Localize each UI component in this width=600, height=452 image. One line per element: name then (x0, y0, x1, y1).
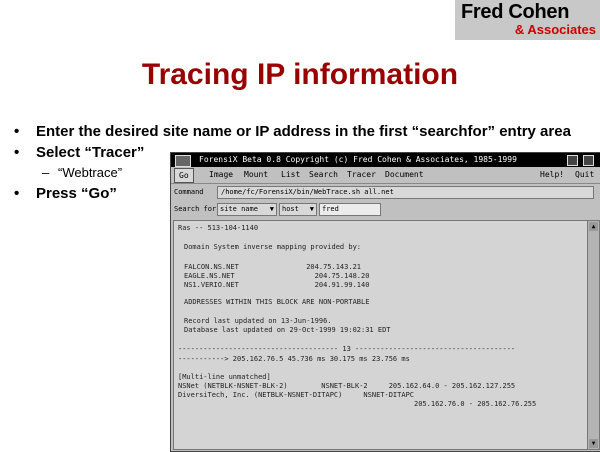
scroll-down-icon[interactable]: ▼ (589, 439, 598, 448)
output-line: Ras -- 513-104-1140 (178, 224, 259, 232)
bullet-marker: • (14, 144, 20, 161)
maximize-icon[interactable] (583, 155, 594, 166)
output-line: Record last updated on 13-Jun-1996. (184, 317, 332, 325)
search-label: Search for (174, 205, 217, 213)
scroll-up-icon[interactable]: ▲ (589, 222, 598, 231)
search-scope-value: host (282, 205, 299, 213)
chevron-down-icon: ▼ (269, 205, 274, 213)
window-title: ForensiX Beta 0.8 Copyright (c) Fred Coh… (199, 155, 517, 164)
output-area[interactable]: Ras -- 513-104-1140 Domain System invers… (173, 220, 588, 450)
window-titlebar[interactable]: ForensiX Beta 0.8 Copyright (c) Fred Coh… (171, 153, 600, 167)
bullet-text: Press “Go” (36, 185, 117, 202)
menu-search[interactable]: Search (309, 167, 338, 183)
menu-image[interactable]: Image (209, 167, 233, 183)
menu-help[interactable]: Help! (540, 167, 564, 183)
menu-go[interactable]: Go (174, 168, 194, 183)
command-label: Command (174, 188, 204, 196)
menu-quit[interactable]: Quit (575, 167, 594, 183)
forensix-window: ForensiX Beta 0.8 Copyright (c) Fred Coh… (170, 152, 600, 452)
slide-title: Tracing IP information (141, 58, 459, 91)
bullet-text: Select “Tracer” (36, 144, 145, 161)
output-line: NS1.VERIO.NET 204.91.99.140 (184, 281, 370, 289)
bullet-text: Enter the desired site name or IP addres… (36, 123, 571, 140)
output-scrollbar[interactable]: ▲ ▼ (587, 220, 600, 450)
search-row: Search for site name ▼ host ▼ fred (171, 200, 600, 218)
menu-document[interactable]: Document (385, 167, 424, 183)
search-input[interactable]: fred (319, 203, 381, 216)
sub-bullet-text: “Webtrace” (58, 165, 123, 180)
search-scope-select[interactable]: host ▼ (279, 203, 317, 216)
logo-name: Fred Cohen (461, 1, 570, 23)
menu-bar: Go Image Mount List Search Tracer Docume… (171, 167, 600, 184)
menu-mount[interactable]: Mount (244, 167, 268, 183)
output-line: ADDRESSES WITHIN THIS BLOCK ARE NON-PORT… (184, 298, 370, 306)
logo-subtitle: & Associates (514, 22, 596, 37)
output-line: EAGLE.NS.NET 204.75.148.20 (184, 272, 370, 280)
window-menu-icon[interactable] (175, 155, 191, 167)
output-line: NSNet (NETBLK-NSNET-BLK-2) NSNET-BLK-2 2… (178, 382, 516, 390)
chevron-down-icon: ▼ (309, 205, 314, 213)
menu-list[interactable]: List (281, 167, 300, 183)
search-type-select[interactable]: site name ▼ (217, 203, 277, 216)
company-logo: Fred Cohen & Associates (455, 0, 600, 40)
output-line: -------------------------------------- 1… (178, 345, 516, 353)
output-line: FALCON.NS.NET 204.75.143.21 (184, 263, 362, 271)
bullet-item: • Enter the desired site name or IP addr… (12, 123, 596, 141)
bullet-marker: • (14, 123, 20, 140)
output-line: -----------> 205.162.76.5 45.736 ms 30.1… (178, 355, 410, 363)
command-input[interactable]: /home/fc/ForensiX/bin/WebTrace.sh all.ne… (217, 186, 594, 199)
output-line: DiversiTech, Inc. (NETBLK-NSNET-DITAPC) … (178, 391, 415, 399)
output-line: [Multi-line unmatched] (178, 373, 271, 381)
sub-bullet-marker: – (42, 165, 50, 180)
menu-tracer[interactable]: Tracer (347, 167, 376, 183)
output-line: 205.162.76.0 - 205.162.76.255 (178, 400, 537, 408)
minimize-icon[interactable] (567, 155, 578, 166)
output-line: Domain System inverse mapping provided b… (184, 243, 362, 251)
command-row: Command /home/fc/ForensiX/bin/WebTrace.s… (171, 184, 600, 200)
output-line: Database last updated on 29-Oct-1999 19:… (184, 326, 391, 334)
bullet-marker: • (14, 185, 20, 202)
search-type-value: site name (220, 205, 258, 213)
